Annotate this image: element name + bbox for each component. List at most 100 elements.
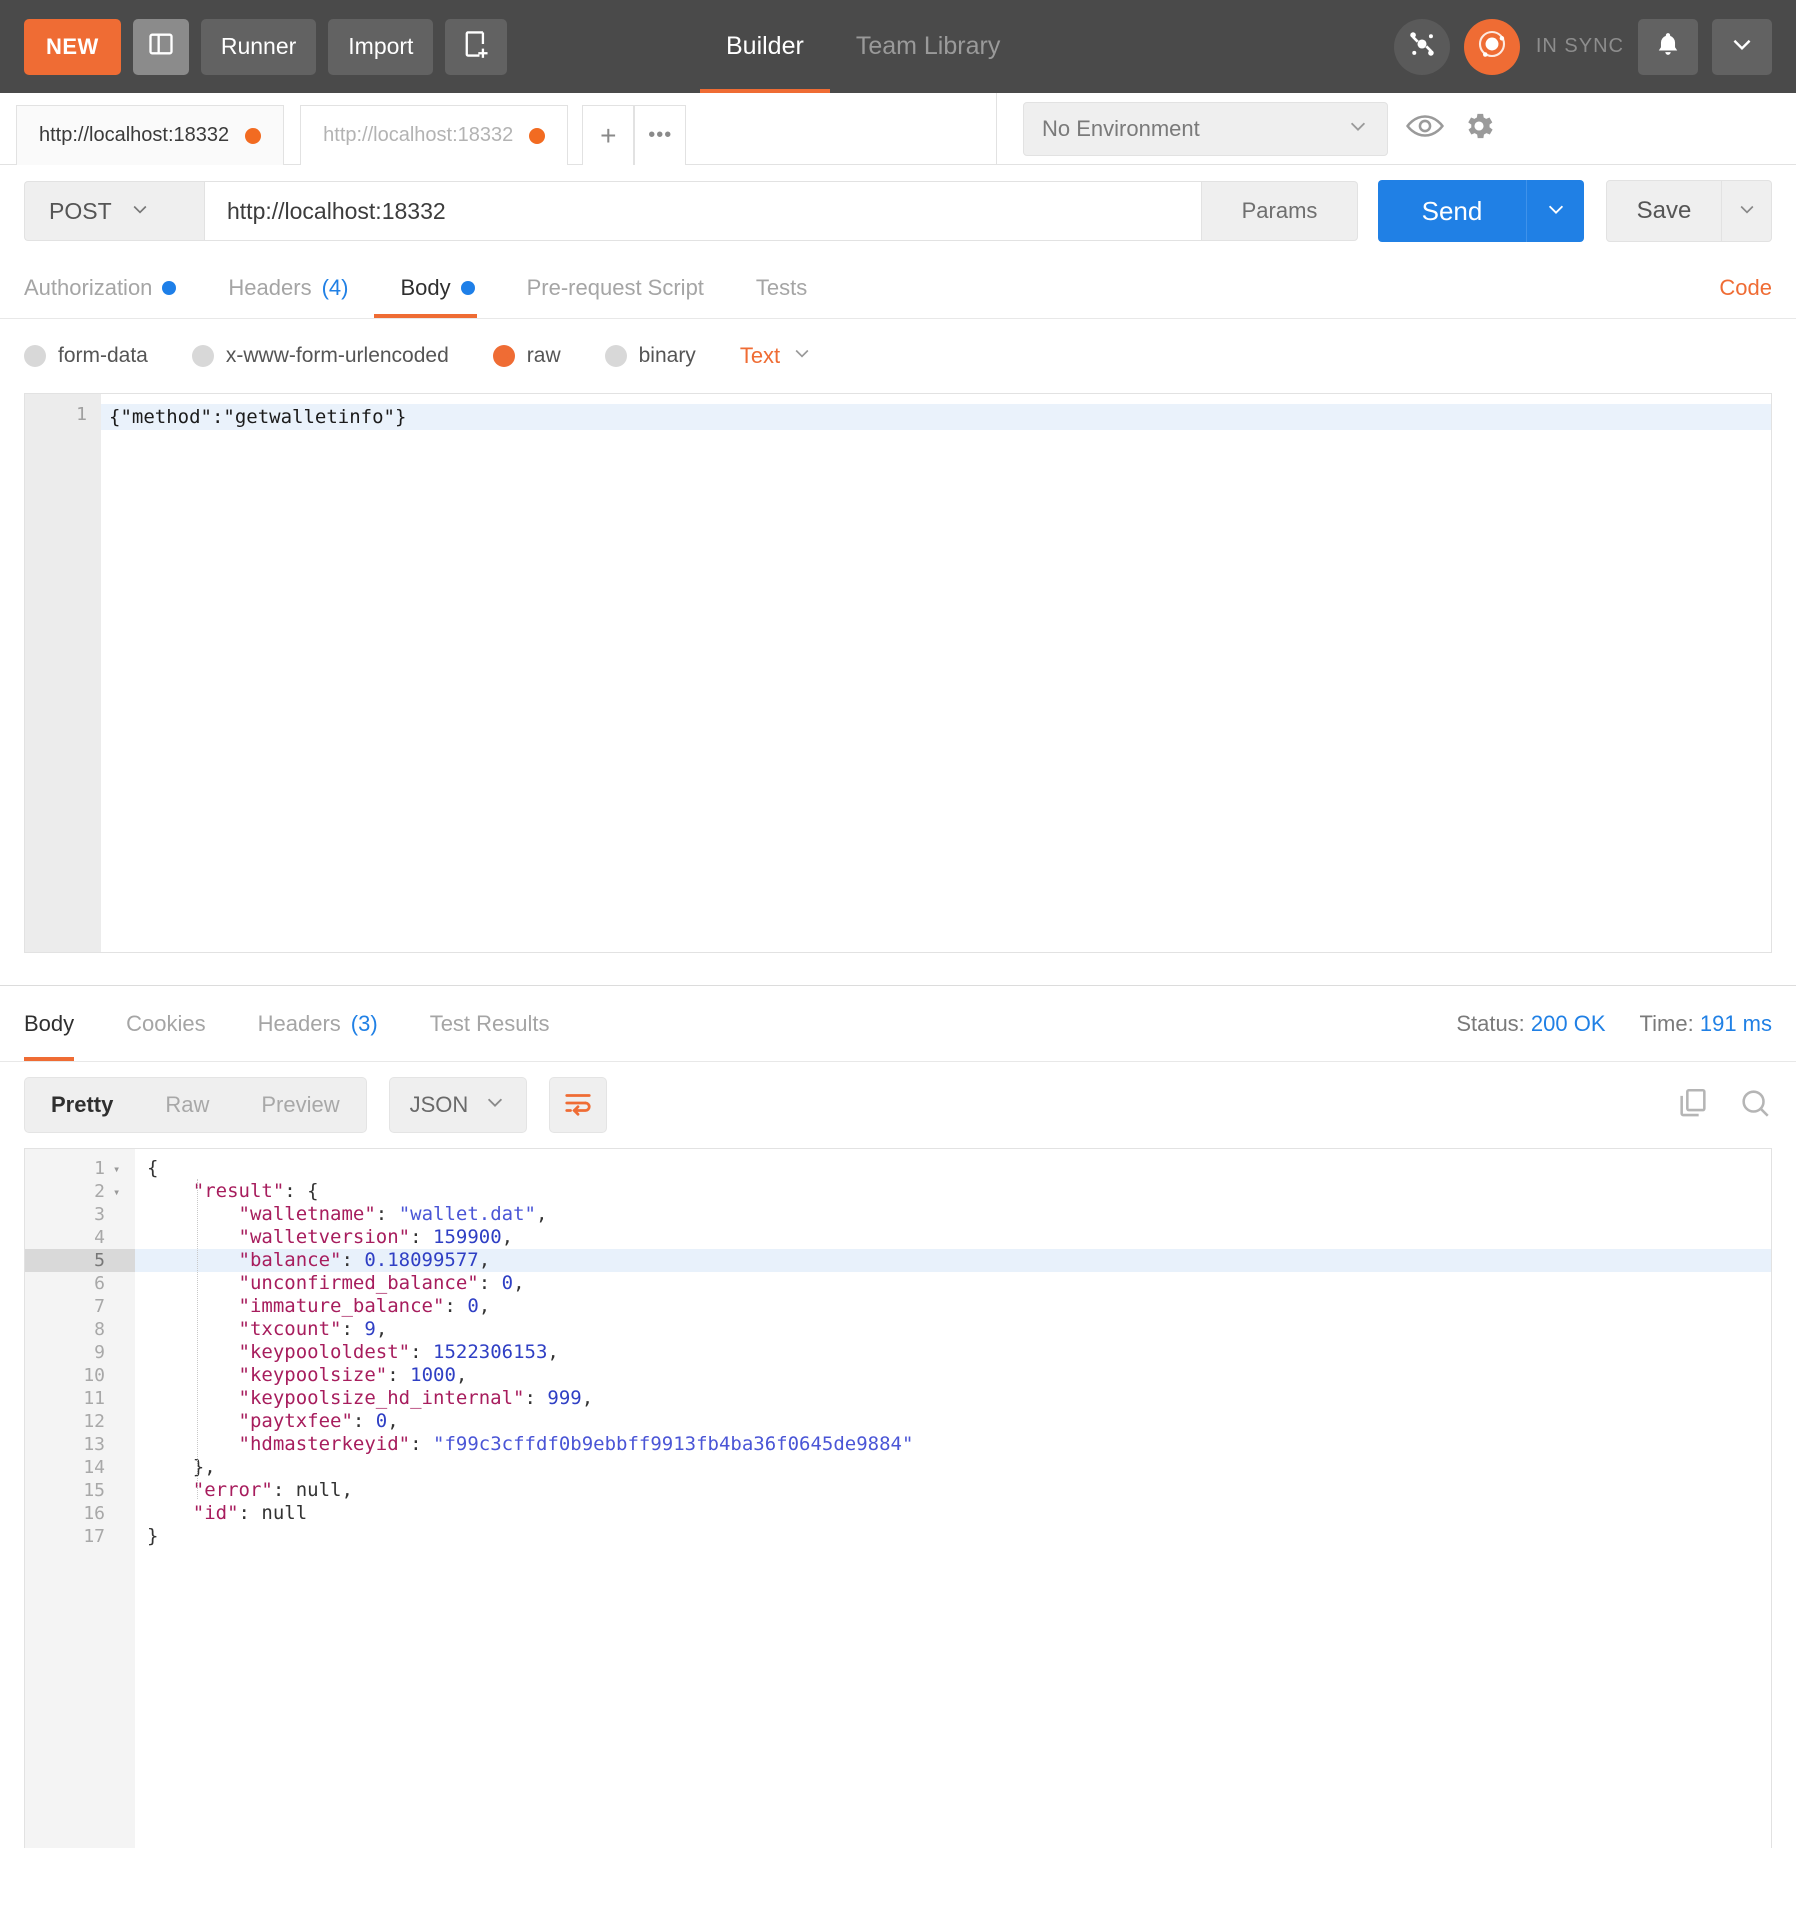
body-type-urlencoded[interactable]: x-www-form-urlencoded bbox=[191, 344, 449, 368]
response-tool-right bbox=[1676, 1086, 1772, 1125]
json-token-p: : bbox=[524, 1387, 548, 1409]
code-link[interactable]: Code bbox=[1719, 257, 1772, 318]
json-token-k: "keypoololdest" bbox=[238, 1341, 411, 1363]
import-button[interactable]: Import bbox=[328, 18, 434, 75]
response-line-number: 8 bbox=[94, 1319, 105, 1340]
json-token-p: , bbox=[547, 1341, 559, 1363]
request-tab-1-label: http://localhost:18332 bbox=[323, 124, 514, 146]
save-button[interactable]: Save bbox=[1606, 180, 1722, 242]
tab-authorization[interactable]: Authorization bbox=[24, 257, 202, 318]
modified-dot-icon bbox=[460, 280, 475, 295]
response-line-number: 14 bbox=[83, 1457, 105, 1478]
save-options-button[interactable] bbox=[1722, 180, 1772, 242]
view-mode-raw[interactable]: Raw bbox=[139, 1078, 235, 1132]
json-token-p bbox=[147, 1387, 239, 1409]
request-editor-content[interactable]: {"method":"getwalletinfo"} bbox=[101, 394, 1771, 952]
json-token-p bbox=[147, 1364, 239, 1386]
send-options-button[interactable] bbox=[1526, 180, 1584, 242]
response-tab-body[interactable]: Body bbox=[24, 986, 100, 1061]
network-button[interactable] bbox=[1393, 18, 1450, 75]
tab-overflow-button[interactable]: ••• bbox=[634, 105, 687, 165]
response-code-line: "unconfirmed_balance": 0, bbox=[135, 1272, 1771, 1295]
time-value: 191 ms bbox=[1699, 1010, 1772, 1036]
response-tab-headers[interactable]: Headers (3) bbox=[232, 986, 404, 1061]
new-button[interactable]: NEW bbox=[24, 18, 121, 75]
json-token-p: : bbox=[410, 1433, 433, 1455]
notifications-button[interactable] bbox=[1638, 18, 1698, 75]
tab-tests[interactable]: Tests bbox=[730, 257, 833, 318]
word-wrap-button[interactable] bbox=[549, 1077, 608, 1133]
tab-body[interactable]: Body bbox=[374, 257, 500, 318]
environment-quick-look-button[interactable] bbox=[1406, 111, 1444, 146]
json-token-k: "unconfirmed_balance" bbox=[238, 1272, 479, 1294]
response-tab-cookies[interactable]: Cookies bbox=[100, 986, 231, 1061]
view-mode-preview[interactable]: Preview bbox=[235, 1078, 365, 1132]
request-tab-0[interactable]: http://localhost:18332 bbox=[16, 105, 285, 165]
response-body-editor[interactable]: 1 ▾ 2 ▾ 3 4 5 6 7 8 9 10 11 12 13 14 15 16 17 { "result": … bbox=[24, 1148, 1772, 1848]
response-toolbar: Pretty Raw Preview JSON bbox=[0, 1062, 1796, 1148]
json-token-p: , bbox=[535, 1203, 548, 1225]
response-line-number: 9 bbox=[94, 1342, 105, 1363]
header-menu-button[interactable] bbox=[1712, 18, 1772, 75]
json-token-p: : bbox=[410, 1341, 433, 1363]
json-token-n: 1000 bbox=[410, 1364, 456, 1386]
url-input[interactable]: http://localhost:18332 bbox=[204, 181, 1202, 241]
search-button[interactable] bbox=[1738, 1086, 1772, 1125]
chevron-down-icon bbox=[484, 1091, 506, 1119]
fold-arrow-icon[interactable]: ▾ bbox=[113, 1162, 125, 1176]
body-format-select[interactable]: Text bbox=[740, 343, 812, 369]
json-token-p: } bbox=[147, 1525, 159, 1547]
send-button[interactable]: Send bbox=[1378, 180, 1526, 242]
response-code-line: "keypoolsize": 1000, bbox=[135, 1364, 1771, 1387]
response-tab-test-results[interactable]: Test Results bbox=[404, 986, 576, 1061]
unsaved-indicator-icon bbox=[529, 127, 546, 144]
body-type-binary[interactable]: binary bbox=[604, 344, 696, 368]
http-method-select[interactable]: POST bbox=[24, 181, 204, 241]
sync-status-button[interactable] bbox=[1463, 18, 1520, 75]
add-tab-label: + bbox=[600, 119, 617, 151]
view-mode-raw-label: Raw bbox=[165, 1092, 210, 1117]
params-button[interactable]: Params bbox=[1202, 181, 1358, 241]
nav-tab-team-library[interactable]: Team Library bbox=[830, 0, 1027, 93]
response-tab-headers-count: (3) bbox=[350, 1010, 378, 1036]
json-token-p bbox=[147, 1479, 193, 1501]
body-type-form-data[interactable]: form-data bbox=[24, 344, 148, 368]
response-line-number: 6 bbox=[94, 1273, 105, 1294]
request-body-editor[interactable]: 1 {"method":"getwalletinfo"} bbox=[24, 393, 1772, 953]
sidebar-toggle-button[interactable] bbox=[132, 18, 189, 75]
json-token-p: : bbox=[375, 1203, 399, 1225]
json-token-n: 9 bbox=[364, 1318, 376, 1340]
response-format-select[interactable]: JSON bbox=[388, 1077, 528, 1133]
view-mode-pretty[interactable]: Pretty bbox=[25, 1078, 139, 1132]
search-icon bbox=[1738, 1089, 1772, 1124]
response-editor-content[interactable]: { "result": { "walletname": "wallet.dat"… bbox=[135, 1149, 1771, 1848]
add-tab-button[interactable]: + bbox=[582, 105, 635, 165]
chevron-down-icon bbox=[130, 198, 150, 225]
gear-icon bbox=[1462, 109, 1496, 148]
fold-arrow-icon[interactable]: ▾ bbox=[113, 1185, 125, 1199]
tab-headers[interactable]: Headers (4) bbox=[202, 257, 374, 318]
body-type-raw[interactable]: raw bbox=[492, 344, 561, 368]
tab-pre-request-script[interactable]: Pre-request Script bbox=[501, 257, 730, 318]
send-button-group: Send bbox=[1378, 180, 1584, 242]
response-tab-body-label: Body bbox=[24, 1010, 75, 1036]
response-code-line: }, bbox=[135, 1456, 1771, 1479]
response-editor-gutter: 1 ▾ 2 ▾ 3 4 5 6 7 8 9 10 11 12 13 14 15 16 17 bbox=[25, 1149, 135, 1848]
copy-button[interactable] bbox=[1676, 1086, 1710, 1125]
json-token-k: "error" bbox=[192, 1479, 273, 1501]
nav-tab-builder[interactable]: Builder bbox=[700, 0, 830, 93]
new-window-button[interactable] bbox=[445, 18, 508, 75]
environment-select[interactable]: No Environment bbox=[1023, 101, 1388, 156]
request-tab-1[interactable]: http://localhost:18332 bbox=[300, 105, 569, 165]
json-token-k: "walletversion" bbox=[238, 1226, 411, 1248]
environment-settings-button[interactable] bbox=[1462, 109, 1496, 148]
json-token-nul: null bbox=[261, 1502, 308, 1524]
runner-button[interactable]: Runner bbox=[200, 18, 317, 75]
response-meta: Status: 200 OK Time: 191 ms bbox=[1456, 986, 1772, 1061]
radio-icon bbox=[191, 345, 214, 367]
response-line-number: 1 ▾ bbox=[25, 1157, 135, 1180]
json-token-n: 1522306153 bbox=[433, 1341, 548, 1363]
radio-icon bbox=[24, 345, 46, 367]
chevron-down-icon bbox=[1737, 199, 1757, 224]
request-line-number: 1 bbox=[76, 404, 87, 425]
